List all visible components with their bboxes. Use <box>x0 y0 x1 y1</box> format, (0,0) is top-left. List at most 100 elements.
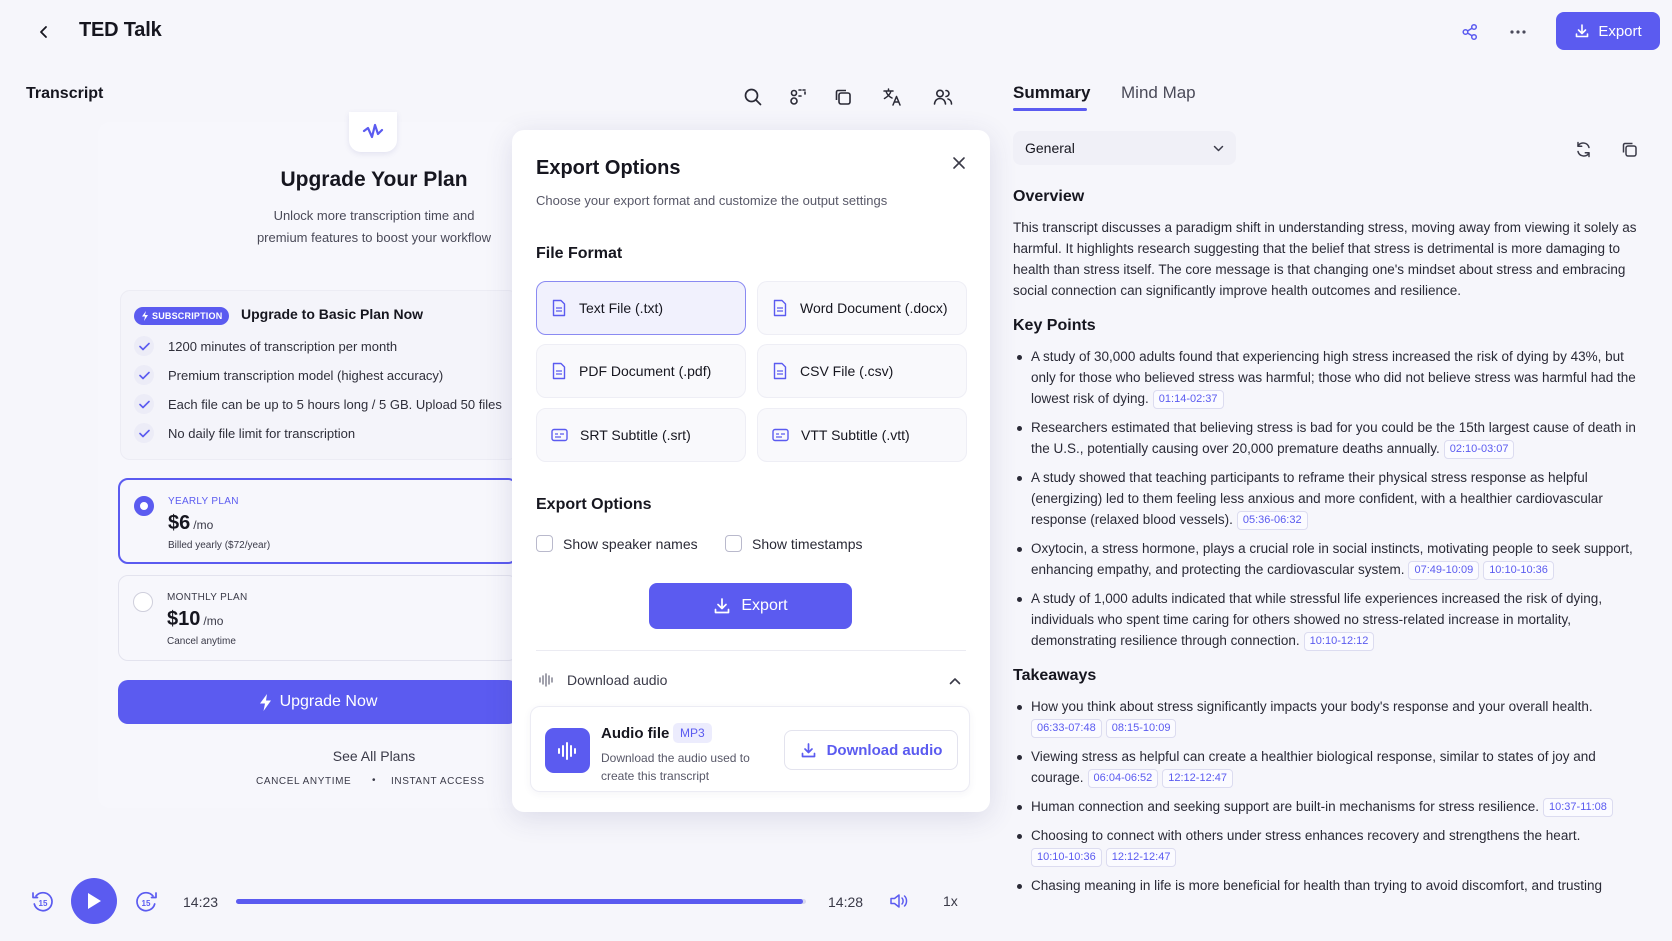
format-option-txt[interactable]: Text File (.txt) <box>536 281 746 335</box>
chevron-down-icon <box>1213 145 1224 152</box>
speakers-button[interactable] <box>930 84 956 110</box>
subscription-heading: Upgrade to Basic Plan Now <box>241 306 424 322</box>
plan-price-unit: /mo <box>193 518 214 532</box>
users-icon <box>932 86 954 108</box>
timestamp-link[interactable]: 08:15-10:09 <box>1105 719 1177 738</box>
takeaway-item: Chasing meaning in life is more benefici… <box>1013 875 1643 896</box>
play-icon <box>86 892 102 910</box>
timestamp-link[interactable]: 10:10-12:12 <box>1303 632 1375 651</box>
translate-icon <box>881 86 903 108</box>
key-point-item: A study of 1,000 adults indicated that w… <box>1013 588 1643 651</box>
upgrade-now-label: Upgrade Now <box>279 693 378 710</box>
takeaways-list: How you think about stress significantly… <box>1013 696 1643 896</box>
summary-content: Overview This transcript discusses a par… <box>1013 188 1643 904</box>
file-text-icon <box>772 299 788 317</box>
format-option-srt[interactable]: SRT Subtitle (.srt) <box>536 408 746 462</box>
audio-file-card: Audio file MP3 Download the audio used t… <box>530 706 970 792</box>
file-text-icon <box>772 362 788 380</box>
volume-button[interactable] <box>886 889 912 913</box>
timestamp-link[interactable]: 07:49-10:09 <box>1408 561 1480 580</box>
key-point-item: A study of 30,000 adults found that expe… <box>1013 346 1643 409</box>
copy-transcript-button[interactable] <box>830 84 856 110</box>
format-label: CSV File (.csv) <box>800 363 894 379</box>
cancel-anytime-note: CANCEL ANYTIME <box>256 776 352 787</box>
format-option-vtt[interactable]: VTT Subtitle (.vtt) <box>757 408 967 462</box>
speaker-detect-button[interactable] <box>785 84 811 110</box>
separator-dot: • <box>372 775 376 786</box>
overview-text: This transcript discusses a paradigm shi… <box>1013 220 1637 298</box>
timestamp-link[interactable]: 12:12-12:47 <box>1162 769 1233 788</box>
plan-price: $6/mo <box>168 512 213 535</box>
timestamp-link[interactable]: 10:37-11:08 <box>1543 798 1613 817</box>
transcript-heading: Transcript <box>26 85 104 102</box>
timestamp-link[interactable]: 10:10-10:36 <box>1031 848 1102 867</box>
waveform-logo-icon <box>361 122 385 142</box>
timestamp-link[interactable]: 02:10-03:07 <box>1443 440 1515 459</box>
more-options-button[interactable] <box>1504 18 1532 46</box>
format-option-docx[interactable]: Word Document (.docx) <box>757 281 967 335</box>
key-point-item: Oxytocin, a stress hormone, plays a cruc… <box>1013 538 1643 580</box>
chevron-up-icon <box>949 677 961 685</box>
search-button[interactable] <box>740 84 766 110</box>
check-icon <box>134 365 154 385</box>
summary-type-select[interactable]: General <box>1013 131 1236 165</box>
playback-speed[interactable]: 1x <box>943 893 958 909</box>
forward-15-button[interactable]: 15 <box>131 887 161 917</box>
plan-price-unit: /mo <box>203 614 224 628</box>
download-audio-button[interactable]: Download audio <box>784 730 958 770</box>
timestamp-link[interactable]: 06:33-07:48 <box>1031 719 1102 738</box>
more-horizontal-icon <box>1509 29 1527 35</box>
plan-option-monthly[interactable]: MONTHLY PLAN $10/mo Cancel anytime <box>118 575 518 661</box>
tab-summary[interactable]: Summary <box>1013 83 1090 103</box>
takeaway-text: Choosing to connect with others under st… <box>1031 828 1581 843</box>
format-label: SRT Subtitle (.srt) <box>580 427 691 443</box>
format-option-csv[interactable]: CSV File (.csv) <box>757 344 967 398</box>
rewind-15-icon: 15 <box>30 889 56 915</box>
select-value: General <box>1025 140 1075 156</box>
takeaway-text: Chasing meaning in life is more benefici… <box>1031 878 1603 893</box>
close-button[interactable] <box>944 148 974 178</box>
collapse-download-audio-button[interactable] <box>944 670 966 692</box>
current-time: 14:23 <box>183 894 219 910</box>
show-speaker-names-checkbox[interactable]: Show speaker names <box>536 535 698 552</box>
radio-selected[interactable] <box>134 496 154 516</box>
timestamp-link[interactable]: 01:14-02:37 <box>1152 390 1224 409</box>
active-tab-indicator <box>1013 108 1087 111</box>
timestamp-link[interactable]: 12:12-12:47 <box>1105 848 1177 867</box>
volume-icon <box>889 893 909 909</box>
rewind-15-button[interactable]: 15 <box>28 887 58 917</box>
translate-button[interactable] <box>879 84 905 110</box>
radio-unselected[interactable] <box>133 592 153 612</box>
divider <box>536 650 966 651</box>
timestamp-link[interactable]: 10:10-10:36 <box>1483 561 1554 580</box>
takeaway-item: Human connection and seeking support are… <box>1013 796 1643 817</box>
feature-text: 1200 minutes of transcription per month <box>168 338 398 354</box>
progress-bar[interactable] <box>236 899 806 904</box>
export-button-label: Export <box>1598 22 1642 40</box>
show-timestamps-checkbox[interactable]: Show timestamps <box>725 535 862 552</box>
plan-option-yearly[interactable]: YEARLY PLAN $6/mo Billed yearly ($72/yea… <box>118 478 518 564</box>
tab-mind-map[interactable]: Mind Map <box>1121 83 1196 103</box>
format-label: VTT Subtitle (.vtt) <box>801 427 910 443</box>
checkbox[interactable] <box>725 535 742 552</box>
see-all-plans-link[interactable]: See All Plans <box>230 748 518 764</box>
export-button[interactable]: Export <box>1556 12 1660 50</box>
back-button[interactable] <box>30 18 58 46</box>
format-option-pdf[interactable]: PDF Document (.pdf) <box>536 344 746 398</box>
share-button[interactable] <box>1456 18 1484 46</box>
timestamp-link[interactable]: 05:36-06:32 <box>1236 511 1308 530</box>
feature-item: Premium transcription model (highest acc… <box>134 365 443 385</box>
audio-waveform-icon <box>545 728 590 773</box>
check-icon <box>134 423 154 443</box>
copy-summary-button[interactable] <box>1617 137 1641 161</box>
upgrade-now-button[interactable]: Upgrade Now <box>118 680 518 724</box>
modal-export-button[interactable]: Export <box>649 583 852 629</box>
play-button[interactable] <box>71 878 117 924</box>
regenerate-button[interactable] <box>1571 137 1595 161</box>
key-points-list: A study of 30,000 adults found that expe… <box>1013 346 1643 651</box>
file-text-icon <box>551 299 567 317</box>
forward-15-icon: 15 <box>133 889 159 915</box>
timestamp-link[interactable]: 06:04-06:52 <box>1087 769 1159 788</box>
subtitles-icon <box>772 428 789 442</box>
checkbox[interactable] <box>536 535 553 552</box>
